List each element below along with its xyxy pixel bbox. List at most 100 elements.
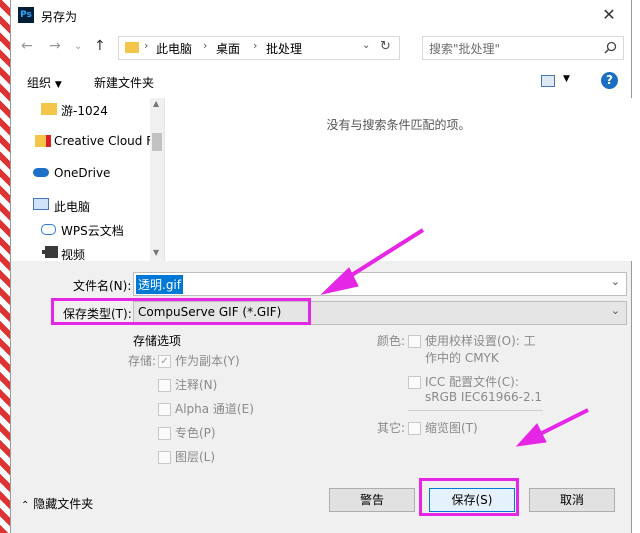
forward-arrow-icon[interactable]: → <box>49 38 61 54</box>
organize-label: 组织 <box>27 76 52 90</box>
breadcrumb-desktop[interactable]: 桌面 <box>216 40 240 57</box>
back-arrow-icon[interactable]: ← <box>21 38 33 54</box>
filetype-highlight-box <box>51 298 311 325</box>
as-copy-label: 作为副本(Y) <box>175 354 240 368</box>
filename-value: 透明.gif <box>136 275 183 294</box>
video-icon <box>42 246 58 258</box>
hide-folders-label: 隐藏文件夹 <box>33 497 94 511</box>
hide-folders-toggle[interactable]: ⌃ 隐藏文件夹 <box>21 495 93 512</box>
chevron-down-icon[interactable]: ⌄ <box>362 40 370 51</box>
icc-label-line2: sRGB IEC61966-2.1 <box>425 390 543 404</box>
sidebar-scrollbar[interactable]: ▲ ▼ <box>150 98 164 261</box>
scroll-down-icon[interactable]: ▼ <box>153 248 159 257</box>
file-list[interactable]: 没有与搜索条件匹配的项。 <box>164 98 632 261</box>
title-bar: Ps 另存为 ✕ <box>11 0 631 30</box>
save-as-dialog: Ps 另存为 ✕ ← → ⌄ ↑ › 此电脑 › 桌面 › 批处理 ⌄ ↻ 搜索… <box>10 0 632 533</box>
filename-input[interactable]: 透明.gif ⌄ <box>133 272 627 296</box>
notes-label: 注释(N) <box>175 378 218 392</box>
computer-icon <box>33 198 49 210</box>
sidebar-item-label: WPS云文档 <box>61 224 124 238</box>
chevron-up-icon: ⌃ <box>21 500 30 511</box>
command-toolbar: 组织 ▼ 新建文件夹 ▼ ? <box>11 64 631 98</box>
sidebar-item-onedrive[interactable]: OneDrive <box>11 162 151 184</box>
navigation-bar: ← → ⌄ ↑ › 此电脑 › 桌面 › 批处理 ⌄ ↻ 搜索"批处理" <box>11 30 631 64</box>
creative-cloud-icon <box>35 135 51 147</box>
folder-icon <box>125 42 139 53</box>
checkmark-icon: ✓ <box>158 355 171 368</box>
window-title: 另存为 <box>41 10 78 24</box>
cancel-button[interactable]: 取消 <box>529 488 615 512</box>
chevron-down-icon[interactable]: ⌄ <box>611 275 620 288</box>
notes-checkbox[interactable]: 注释(N) <box>158 376 217 393</box>
sidebar-item-this-pc[interactable]: 此电脑 <box>11 194 151 216</box>
checkbox-box <box>158 379 171 392</box>
proof-label-line1: 使用校样设置(O): 工 <box>425 334 536 348</box>
warning-button[interactable]: 警告 <box>329 488 415 512</box>
chevron-right-icon[interactable]: › <box>144 39 148 52</box>
refresh-icon[interactable]: ↻ <box>380 39 391 54</box>
breadcrumb-batch[interactable]: 批处理 <box>266 40 302 57</box>
save-options-title: 存储选项 <box>133 334 182 348</box>
background-desktop <box>0 0 10 533</box>
icc-label-line1: ICC 配置文件(C): <box>425 375 519 389</box>
sidebar-item-folder[interactable]: 游-1024 <box>11 98 151 120</box>
thumbnail-label: 缩览图(T) <box>425 421 478 435</box>
layers-label: 图层(L) <box>175 450 216 464</box>
up-arrow-icon[interactable]: ↑ <box>94 38 106 54</box>
onedrive-icon <box>33 168 49 177</box>
layers-checkbox[interactable]: 图层(L) <box>158 448 215 465</box>
checkbox-box <box>408 422 421 435</box>
organize-menu[interactable]: 组织 ▼ <box>27 74 62 91</box>
as-copy-checkbox[interactable]: ✓ 作为副本(Y) <box>158 352 240 369</box>
color-label: 颜色: <box>377 334 406 348</box>
sidebar-item-label: 此电脑 <box>54 200 91 214</box>
sidebar-item-creative-cloud[interactable]: Creative Cloud F <box>11 130 154 152</box>
recent-dropdown-icon[interactable]: ⌄ <box>74 41 82 52</box>
checkbox-box <box>408 335 421 348</box>
help-button[interactable]: ? <box>601 72 618 89</box>
sidebar-item-label: 游-1024 <box>61 104 108 118</box>
sidebar-item-videos[interactable]: 视频 <box>11 242 151 261</box>
navigation-pane: 游-1024 Creative Cloud F OneDrive 此电脑 WPS… <box>11 98 164 261</box>
address-bar[interactable]: › 此电脑 › 桌面 › 批处理 ⌄ ↻ <box>118 36 400 60</box>
alpha-checkbox[interactable]: Alpha 通道(E) <box>158 400 254 417</box>
search-input[interactable]: 搜索"批处理" <box>422 36 624 60</box>
alpha-label: Alpha 通道(E) <box>175 402 254 416</box>
chevron-right-icon[interactable]: › <box>203 39 207 52</box>
divider <box>408 410 543 411</box>
sidebar-item-wps-cloud[interactable]: WPS云文档 <box>11 218 151 240</box>
chevron-down-icon[interactable]: ⌄ <box>611 304 620 317</box>
close-button[interactable]: ✕ <box>595 4 623 26</box>
sidebar-item-label: 视频 <box>61 248 86 261</box>
icc-profile-checkbox[interactable]: ICC 配置文件(C): <box>408 373 519 390</box>
storage-label: 存储: <box>128 354 157 368</box>
filename-label: 文件名(N): <box>73 279 132 293</box>
save-highlight-box <box>419 478 519 516</box>
spot-label: 专色(P) <box>175 426 216 440</box>
folder-icon <box>41 103 57 115</box>
search-icon[interactable] <box>604 41 617 54</box>
empty-message: 没有与搜索条件匹配的项。 <box>326 118 471 132</box>
proof-label-line2: 作中的 CMYK <box>425 351 499 365</box>
triangle-down-icon: ▼ <box>54 80 62 90</box>
other-label: 其它: <box>377 421 406 435</box>
chevron-right-icon[interactable]: › <box>253 39 257 52</box>
proof-setup-checkbox[interactable]: 使用校样设置(O): 工 <box>408 332 536 349</box>
sidebar-item-label: OneDrive <box>54 166 111 180</box>
checkbox-box <box>408 376 421 389</box>
scrollbar-thumb[interactable] <box>152 133 162 151</box>
new-folder-button[interactable]: 新建文件夹 <box>94 74 154 91</box>
photoshop-icon: Ps <box>18 7 34 23</box>
checkbox-box <box>158 451 171 464</box>
checkbox-box <box>158 427 171 440</box>
breadcrumb-this-pc[interactable]: 此电脑 <box>156 40 192 57</box>
checkbox-box <box>158 403 171 416</box>
spot-checkbox[interactable]: 专色(P) <box>158 424 216 441</box>
view-options-icon[interactable] <box>541 75 555 87</box>
scroll-up-icon[interactable]: ▲ <box>153 99 159 108</box>
search-placeholder: 搜索"批处理" <box>429 42 501 56</box>
wps-cloud-icon <box>41 224 56 235</box>
triangle-down-icon[interactable]: ▼ <box>563 74 570 84</box>
thumbnail-checkbox[interactable]: 缩览图(T) <box>408 419 478 436</box>
sidebar-item-label: Creative Cloud F <box>54 134 154 148</box>
